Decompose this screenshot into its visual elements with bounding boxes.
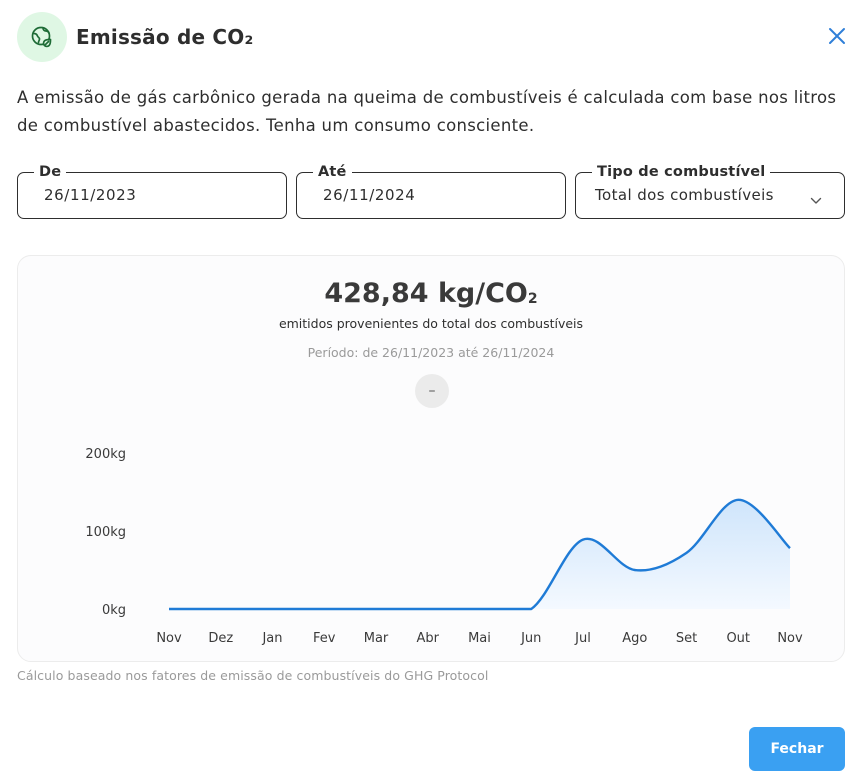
fuel-type-value[interactable]: Total dos combustíveis (595, 186, 774, 204)
x-tick-label: Mai (468, 631, 491, 646)
close-button[interactable]: Fechar (749, 727, 845, 771)
x-tick-label: Nov (156, 631, 182, 646)
y-tick-label: 0kg (102, 603, 126, 618)
fuel-type-select[interactable]: Tipo de combustível Total dos combustíve… (575, 162, 845, 219)
dialog-header: Emissão de CO₂ (17, 12, 253, 62)
description-text: A emissão de gás carbônico gerada na que… (17, 88, 837, 135)
chevron-down-icon[interactable] (810, 190, 822, 209)
x-tick-label: Set (676, 631, 697, 646)
y-tick-label: 100kg (85, 525, 126, 540)
eco-globe-icon (17, 12, 67, 62)
fuel-type-label: Tipo de combustível (592, 162, 771, 182)
date-from-field[interactable]: De 26/11/2023 (17, 162, 287, 219)
close-icon[interactable] (826, 25, 848, 47)
date-from-label: De (34, 162, 67, 182)
x-tick-label: Jun (520, 631, 541, 646)
date-to-label: Até (313, 162, 352, 182)
date-to-value[interactable]: 26/11/2024 (323, 186, 415, 204)
x-tick-label: Out (726, 631, 750, 646)
emissions-area-chart: 0kg 100kg 200kg Nov Dez Jan Fev Mar Abr Mai Jun Jul… (85, 447, 803, 646)
x-tick-label: Ago (622, 631, 647, 646)
date-to-field[interactable]: Até 26/11/2024 (296, 162, 566, 219)
x-tick-label: Jan (261, 631, 282, 646)
x-tick-label: Dez (208, 631, 233, 646)
area-fill (169, 499, 790, 609)
y-tick-label: 200kg (85, 447, 126, 462)
x-tick-label: Jul (574, 631, 591, 646)
footnote: Cálculo baseado nos fatores de emissão d… (17, 668, 489, 683)
emissions-chart-card: 428,84 kg/CO2 emitidos provenientes do t… (17, 255, 845, 662)
x-tick-label: Mar (364, 631, 389, 646)
x-tick-label: Nov (777, 631, 803, 646)
dialog-title: Emissão de CO₂ (76, 25, 254, 49)
x-tick-label: Abr (417, 631, 440, 646)
date-from-value[interactable]: 26/11/2023 (44, 186, 136, 204)
x-tick-label: Fev (313, 631, 336, 646)
